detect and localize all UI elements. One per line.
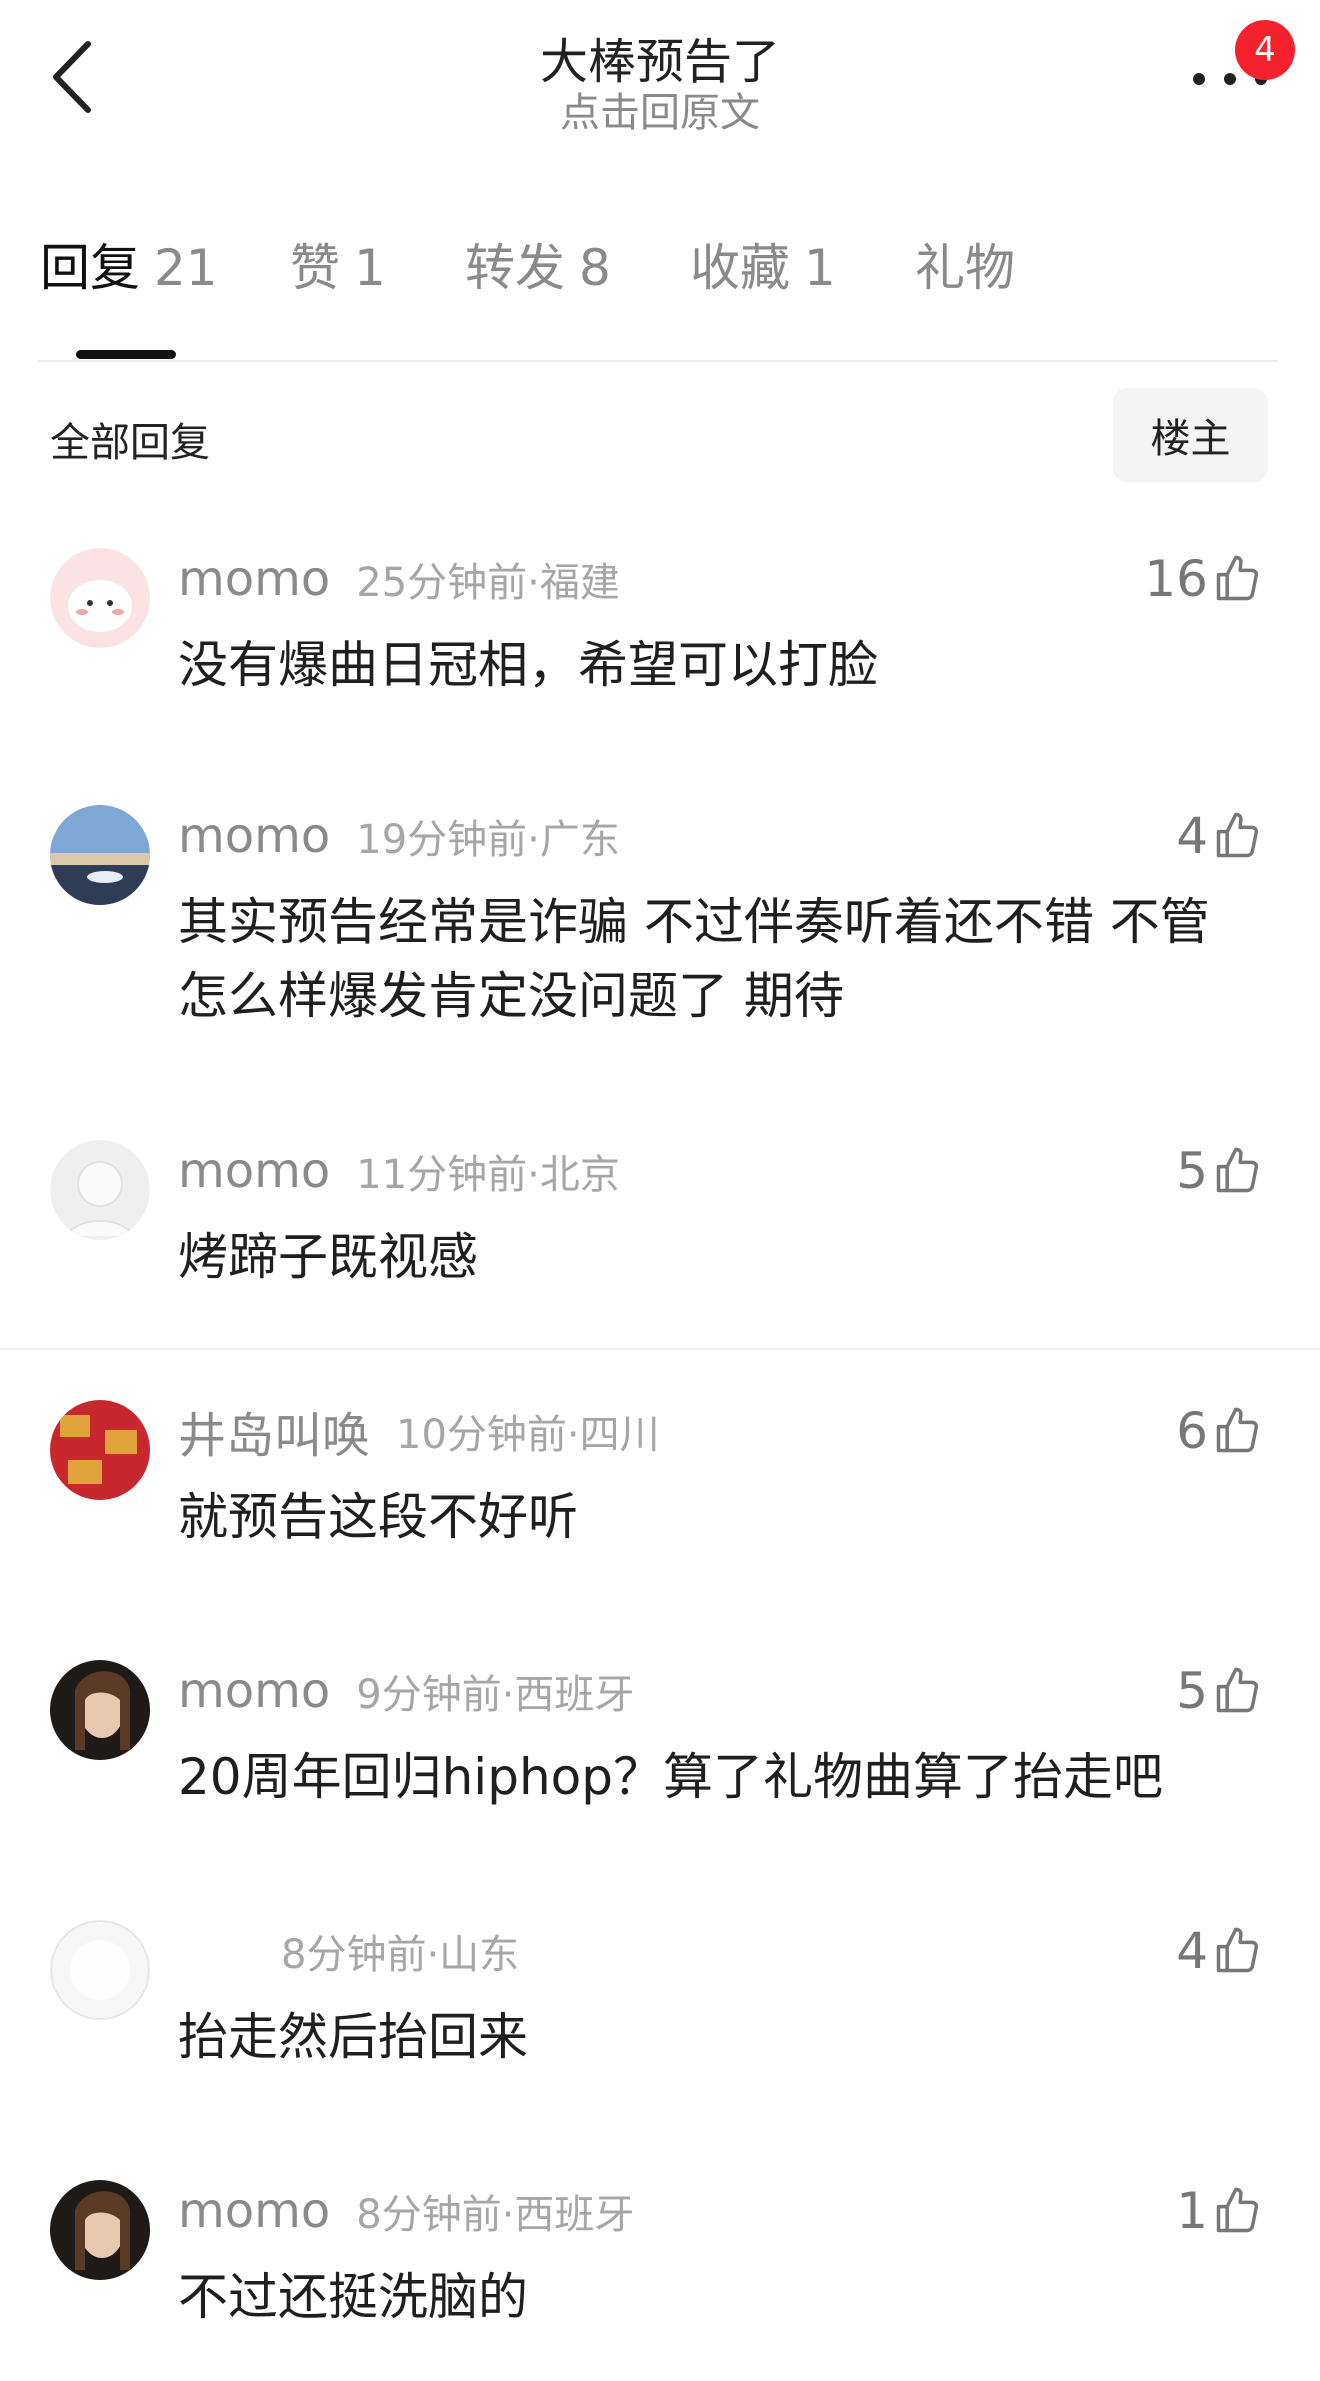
active-tab-indicator xyxy=(76,350,176,359)
comment-text: 不过还挺洗脑的 xyxy=(178,2268,528,2326)
timestamp-location: 19分钟前·广东 xyxy=(356,817,620,863)
tab-likes[interactable]: 赞1 xyxy=(290,228,386,300)
thumbs-up-icon xyxy=(1216,2187,1259,2233)
tab-count: 21 xyxy=(154,239,218,297)
thumbs-up-icon xyxy=(1216,812,1259,858)
divider xyxy=(0,1348,1320,1350)
like-count: 6 xyxy=(1176,1402,1208,1460)
avatar[interactable] xyxy=(50,1400,150,1500)
username[interactable]: momo xyxy=(178,1143,330,1199)
timestamp-location: 25分钟前·福建 xyxy=(356,560,620,606)
avatar[interactable] xyxy=(50,1140,150,1240)
avatar[interactable] xyxy=(50,805,150,905)
like-button[interactable]: 5 xyxy=(1176,1140,1264,1202)
tab-label: 礼物 xyxy=(915,239,1015,297)
tab-gifts[interactable]: 礼物 xyxy=(915,228,1015,300)
username[interactable]: momo xyxy=(178,2183,330,2239)
like-button[interactable]: 4 xyxy=(1176,805,1264,867)
avatar[interactable] xyxy=(50,2180,150,2280)
comment-text: 20周年回归hiphop？算了礼物曲算了抬走吧 xyxy=(178,1748,1163,1806)
tab-reposts[interactable]: 转发 8 xyxy=(465,228,611,300)
like-button[interactable]: 4 xyxy=(1176,1920,1264,1982)
tab-label: 回复 xyxy=(40,239,140,297)
tab-label: 转发 xyxy=(465,239,565,297)
timestamp-location: 9分钟前·西班牙 xyxy=(356,1672,635,1718)
tab-favorites[interactable]: 收藏 1 xyxy=(690,228,836,300)
all-replies-heading: 全部回复 xyxy=(50,420,210,466)
tab-count: 1 xyxy=(354,239,386,297)
tab-label: 收藏 xyxy=(690,239,790,297)
username[interactable]: momo xyxy=(178,551,330,607)
timestamp-location: 8分钟前·西班牙 xyxy=(356,2192,635,2238)
comment-meta: momo 9分钟前·西班牙 xyxy=(178,1660,634,1722)
like-count: 5 xyxy=(1176,1142,1208,1200)
comment-text: 烤蹄子既视感 xyxy=(178,1228,478,1286)
tab-replies[interactable]: 回复 21 xyxy=(40,228,218,300)
username[interactable]: momo xyxy=(178,808,330,864)
thumbs-up-icon xyxy=(1216,555,1259,601)
timestamp-location: 10分钟前·四川 xyxy=(396,1412,660,1458)
username[interactable]: 井岛叫唤 xyxy=(178,1396,370,1466)
like-count: 4 xyxy=(1176,1922,1208,1980)
comment-text: 就预告这段不好听 xyxy=(178,1488,578,1546)
comment-text: 没有爆曲日冠相，希望可以打脸 xyxy=(178,636,878,694)
thumbs-up-icon xyxy=(1216,1667,1259,1713)
op-filter-button[interactable]: 楼主 xyxy=(1113,388,1268,482)
like-button[interactable]: 1 xyxy=(1176,2180,1264,2242)
comment-text: 抬走然后抬回来 xyxy=(178,2008,528,2066)
timestamp-location: 11分钟前·北京 xyxy=(356,1152,620,1198)
like-count: 4 xyxy=(1176,807,1208,865)
tab-count: 1 xyxy=(804,239,836,297)
avatar[interactable] xyxy=(50,1660,150,1760)
comment-meta: momo 11分钟前·北京 xyxy=(178,1140,620,1202)
like-count: 16 xyxy=(1144,550,1208,608)
comment-meta: 8分钟前·山东 xyxy=(255,1920,519,1982)
notification-badge: 4 xyxy=(1235,20,1295,80)
like-count: 1 xyxy=(1176,2182,1208,2240)
thumbs-up-icon xyxy=(1216,1407,1259,1453)
like-button[interactable]: 16 xyxy=(1144,548,1264,610)
timestamp-location: 8分钟前·山东 xyxy=(281,1932,520,1978)
thumbs-up-icon xyxy=(1216,1927,1259,1973)
comment-meta: momo 25分钟前·福建 xyxy=(178,548,620,610)
comment-meta: momo 8分钟前·西班牙 xyxy=(178,2180,634,2242)
comment-text: 其实预告经常是诈骗 不过伴奏听着还不错 不管怎么样爆发肯定没问题了 期待 xyxy=(178,893,1210,1025)
username[interactable]: momo xyxy=(178,1663,330,1719)
avatar[interactable] xyxy=(50,548,150,648)
tab-divider xyxy=(38,360,1278,362)
like-button[interactable]: 5 xyxy=(1176,1660,1264,1722)
like-count: 5 xyxy=(1176,1662,1208,1720)
comment-meta: momo 19分钟前·广东 xyxy=(178,805,620,867)
avatar[interactable] xyxy=(50,1920,150,2020)
tab-label: 赞 xyxy=(290,239,340,297)
comment-meta: 井岛叫唤 10分钟前·四川 xyxy=(178,1400,660,1464)
top-bar: 大棒预告了 点击回原文 4 xyxy=(0,0,1320,160)
like-button[interactable]: 6 xyxy=(1176,1400,1264,1462)
tab-count: 8 xyxy=(579,239,611,297)
back-to-original-link[interactable]: 点击回原文 xyxy=(0,80,1320,138)
thumbs-up-icon xyxy=(1216,1147,1259,1193)
